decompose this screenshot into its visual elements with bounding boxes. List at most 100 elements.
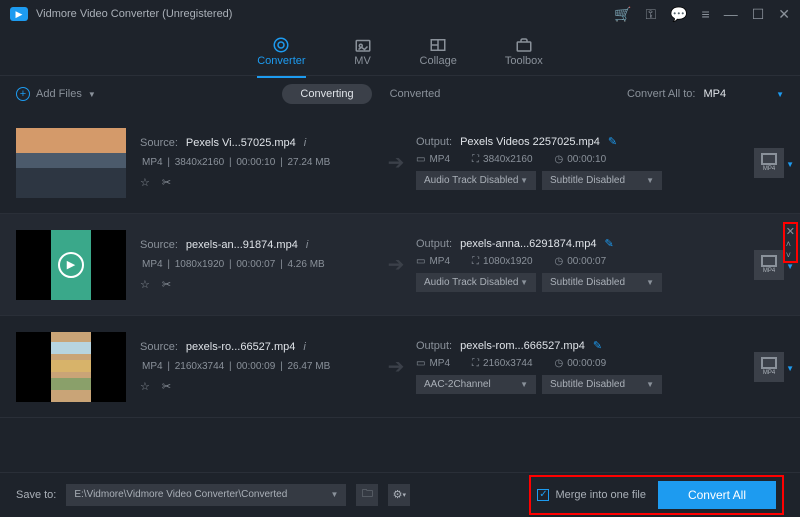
output-label: Output: [416,340,452,352]
tab-converted[interactable]: Converted [390,88,441,100]
remove-icon[interactable]: ✕ [786,225,795,238]
output-format-button[interactable]: MP4 ▼ [754,148,784,178]
info-icon[interactable]: i [306,239,308,251]
move-up-icon[interactable]: ˄ [786,239,795,249]
file-row: Source: Pexels Vi...57025.mp4 i MP4 | 38… [0,112,800,214]
nav-converter[interactable]: Converter [257,37,305,67]
chevron-down-icon: ▼ [520,176,528,185]
edit-icon[interactable]: ✎ [604,237,613,250]
chevron-down-icon: ▼ [646,278,654,287]
file-row: ▶ Source: pexels-an...91874.mp4 i MP4 | … [0,214,800,316]
arrow-icon: ➔ [376,252,416,277]
chevron-down-icon: ▼ [520,380,528,389]
cut-icon[interactable]: ✂ [162,278,171,291]
chevron-down-icon: ▼ [330,490,338,499]
nav-toolbox[interactable]: Toolbox [505,37,543,67]
add-files-button[interactable]: + Add Files ▼ [16,87,96,101]
subtitle-dropdown[interactable]: Subtitle Disabled▼ [542,273,662,292]
tab-converting[interactable]: Converting [282,84,371,104]
convert-all-button[interactable]: Convert All [658,481,776,509]
chevron-down-icon: ▼ [520,278,528,287]
chevron-down-icon: ▼ [786,160,794,169]
move-down-icon[interactable]: ˅ [786,250,795,260]
collage-icon [429,37,447,53]
add-files-label: Add Files [36,88,82,100]
key-icon[interactable]: ⚿ [645,6,656,23]
chevron-down-icon: ▼ [646,380,654,389]
save-to-label: Save to: [16,489,56,501]
settings-button[interactable]: ⚙▾ [388,484,410,506]
star-icon[interactable]: ☆ [140,380,150,393]
clock-icon: ◷ [555,358,564,369]
arrow-icon: ➔ [376,354,416,379]
cut-icon[interactable]: ✂ [162,176,171,189]
source-label: Source: [140,137,178,149]
nav-mv[interactable]: MV [354,37,372,67]
menu-icon[interactable]: ≡ [702,6,710,22]
source-filename: pexels-an...91874.mp4 [186,239,298,251]
star-icon[interactable]: ☆ [140,278,150,291]
bottom-bar: Save to: E:\Vidmore\Vidmore Video Conver… [0,472,800,516]
expand-icon: ⛶ [472,256,479,267]
merge-label: Merge into one file [555,489,646,501]
output-filename: Pexels Videos 2257025.mp4 [460,136,600,148]
nav-collage[interactable]: Collage [420,37,457,67]
expand-icon: ⛶ [472,358,479,369]
main-nav: Converter MV Collage Toolbox [0,28,800,76]
chevron-down-icon: ▼ [88,90,96,99]
clock-icon: ◷ [555,154,564,165]
output-filename: pexels-rom...666527.mp4 [460,340,585,352]
maximize-icon[interactable]: ☐ [752,6,765,23]
output-format-button[interactable]: MP4 ▼ [754,250,784,280]
audio-track-dropdown[interactable]: Audio Track Disabled▼ [416,171,536,190]
audio-track-dropdown[interactable]: AAC-2Channel▼ [416,375,536,394]
plus-icon: + [16,87,30,101]
checkbox-icon: ✓ [537,489,549,501]
film-icon: ▭ [416,154,425,165]
source-meta: MP4 | 3840x2160 | 00:00:10 | 27.24 MB [140,157,376,168]
convert-all-format-dropdown[interactable]: MP4 ▼ [703,88,784,100]
nav-toolbox-label: Toolbox [505,55,543,67]
audio-track-dropdown[interactable]: Audio Track Disabled▼ [416,273,536,292]
nav-converter-label: Converter [257,55,305,67]
source-label: Source: [140,239,178,251]
converter-icon [272,37,290,53]
output-format-button[interactable]: MP4 ▼ [754,352,784,382]
minimize-icon[interactable]: — [724,6,738,22]
file-row: Source: pexels-ro...66527.mp4 i MP4 | 21… [0,316,800,418]
titlebar: ▶ Vidmore Video Converter (Unregistered)… [0,0,800,28]
chevron-down-icon: ▼ [776,90,784,99]
open-folder-button[interactable]: 🗀 [356,484,378,506]
cut-icon[interactable]: ✂ [162,380,171,393]
merge-checkbox[interactable]: ✓ Merge into one file [537,489,646,501]
chevron-down-icon: ▼ [786,364,794,373]
film-icon: ▭ [416,256,425,267]
film-icon: ▭ [416,358,425,369]
close-icon[interactable]: ✕ [778,6,790,23]
edit-icon[interactable]: ✎ [593,339,602,352]
toolbox-icon [515,37,533,53]
feedback-icon[interactable]: 💬 [670,6,687,23]
row-controls: ✕ ˄ ˅ [783,222,798,263]
source-meta: MP4 | 2160x3744 | 00:00:09 | 26.47 MB [140,361,376,372]
nav-collage-label: Collage [420,55,457,67]
output-label: Output: [416,136,452,148]
app-logo: ▶ [10,7,28,21]
clock-icon: ◷ [555,256,564,267]
source-meta: MP4 | 1080x1920 | 00:00:07 | 4.26 MB [140,259,376,270]
star-icon[interactable]: ☆ [140,176,150,189]
thumbnail[interactable] [16,128,126,198]
play-icon: ▶ [58,252,84,278]
edit-icon[interactable]: ✎ [608,135,617,148]
expand-icon: ⛶ [472,154,479,165]
thumbnail[interactable] [16,332,126,402]
subtitle-dropdown[interactable]: Subtitle Disabled▼ [542,171,662,190]
info-icon[interactable]: i [304,137,306,149]
save-path-dropdown[interactable]: E:\Vidmore\Vidmore Video Converter\Conve… [66,484,346,506]
thumbnail[interactable]: ▶ [16,230,126,300]
source-filename: Pexels Vi...57025.mp4 [186,137,296,149]
info-icon[interactable]: i [303,341,305,353]
cart-icon[interactable]: 🛒 [614,6,631,23]
subtitle-dropdown[interactable]: Subtitle Disabled▼ [542,375,662,394]
output-filename: pexels-anna...6291874.mp4 [460,238,596,250]
